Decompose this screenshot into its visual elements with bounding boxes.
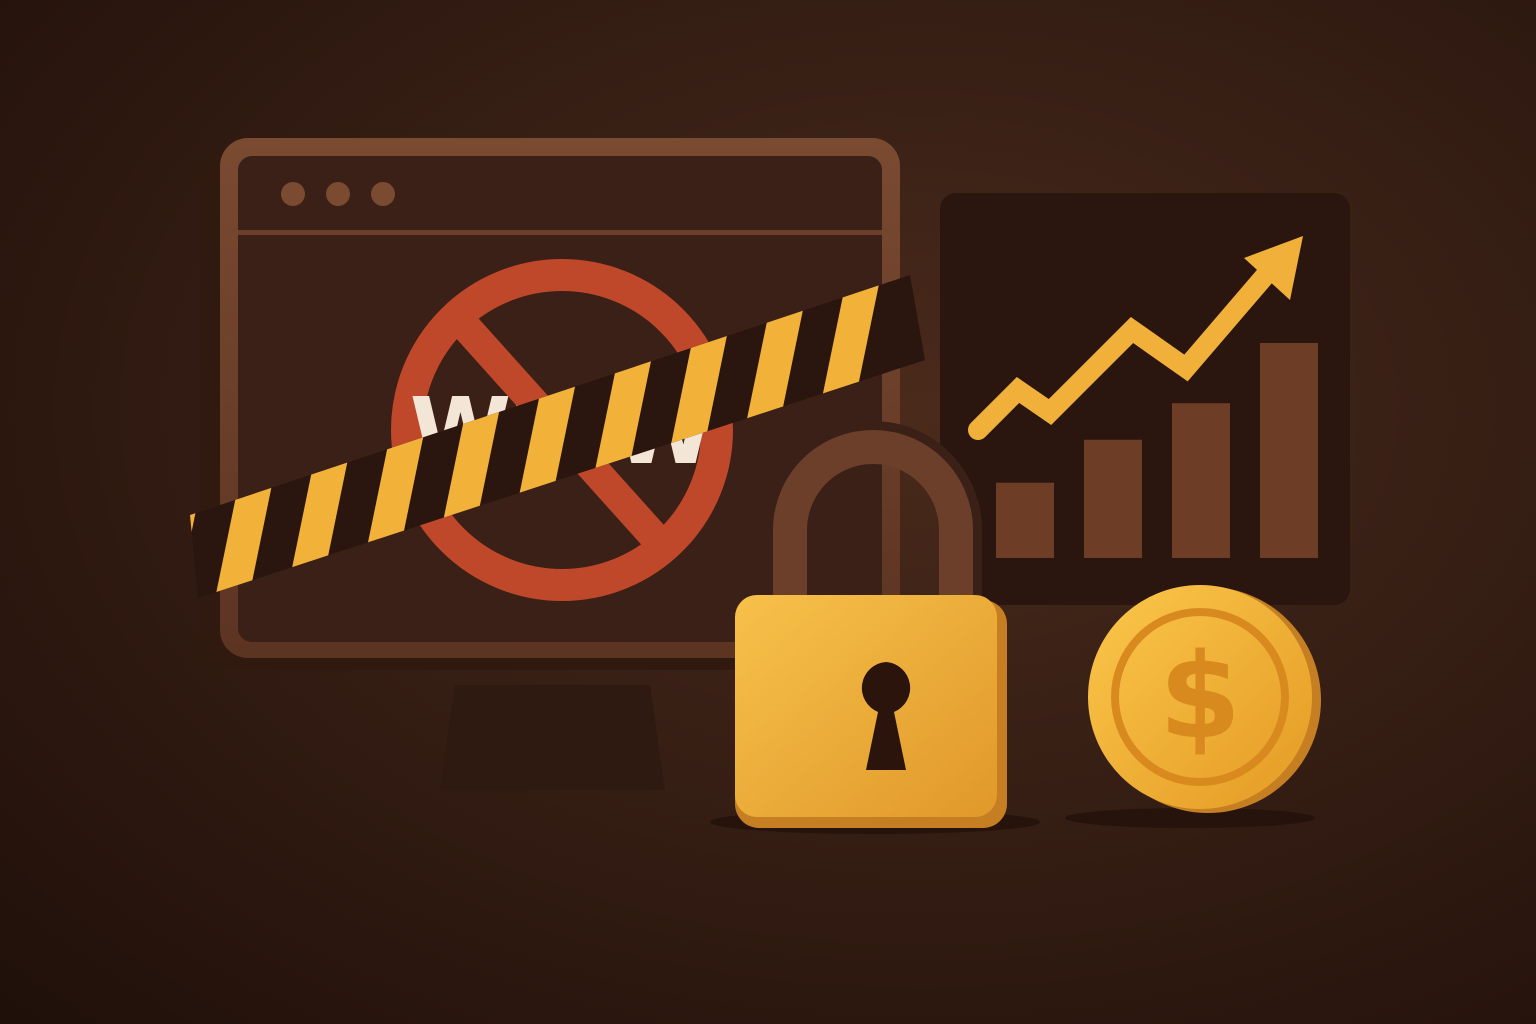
dollar-symbol: $: [1159, 627, 1241, 765]
chart-bar: [1084, 439, 1142, 558]
padlock-body: [735, 595, 997, 817]
chart-bar: [1260, 343, 1318, 558]
illustration-canvas: WWW: [190, 138, 1350, 834]
window-dot-icon: [326, 182, 350, 206]
illustration-scene: WWW: [0, 0, 1536, 1024]
window-dot-icon: [281, 182, 305, 206]
window-dot-icon: [371, 182, 395, 206]
monitor-stand: [440, 685, 665, 790]
chart-bar: [1172, 403, 1230, 558]
chart-bar: [996, 482, 1054, 558]
trend-chart: [940, 193, 1350, 605]
browser-titlebar-divider: [238, 230, 882, 235]
dollar-coin-icon: $: [1065, 585, 1321, 828]
